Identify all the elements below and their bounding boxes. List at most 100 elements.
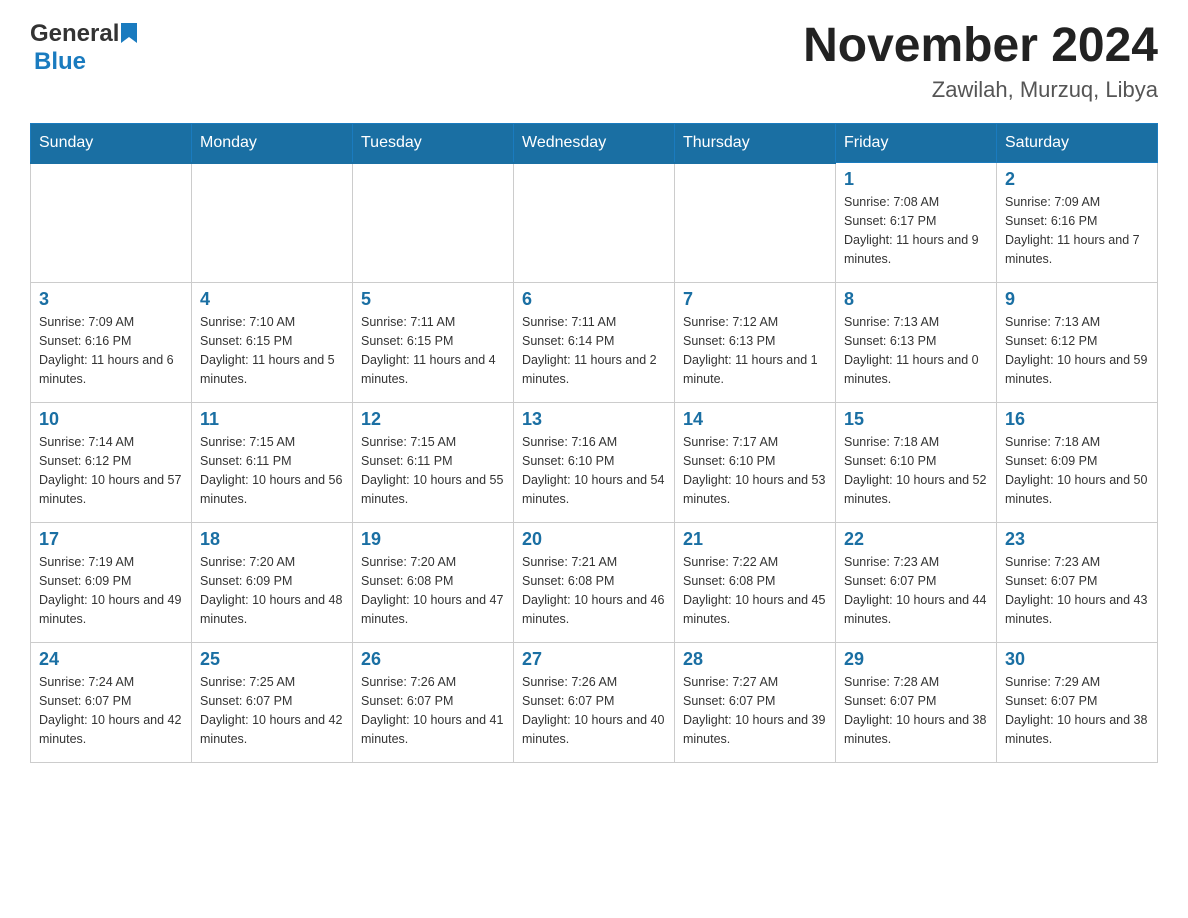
day-info: Sunrise: 7:29 AMSunset: 6:07 PMDaylight:…: [1005, 673, 1149, 748]
day-info: Sunrise: 7:15 AMSunset: 6:11 PMDaylight:…: [200, 433, 344, 508]
calendar-cell: 7 Sunrise: 7:12 AMSunset: 6:13 PMDaylight…: [675, 283, 836, 403]
calendar-cell: 17 Sunrise: 7:19 AMSunset: 6:09 PMDayligh…: [31, 523, 192, 643]
location-subtitle: Zawilah, Murzuq, Libya: [803, 77, 1158, 103]
calendar-cell: 30 Sunrise: 7:29 AMSunset: 6:07 PMDayligh…: [997, 643, 1158, 763]
calendar-cell: 8 Sunrise: 7:13 AMSunset: 6:13 PMDaylight…: [836, 283, 997, 403]
day-number: 5: [361, 289, 505, 310]
calendar-cell: 22 Sunrise: 7:23 AMSunset: 6:07 PMDayligh…: [836, 523, 997, 643]
day-number: 25: [200, 649, 344, 670]
column-header-sunday: Sunday: [31, 123, 192, 163]
calendar-cell: 6 Sunrise: 7:11 AMSunset: 6:14 PMDaylight…: [514, 283, 675, 403]
day-number: 18: [200, 529, 344, 550]
day-info: Sunrise: 7:15 AMSunset: 6:11 PMDaylight:…: [361, 433, 505, 508]
day-info: Sunrise: 7:12 AMSunset: 6:13 PMDaylight:…: [683, 313, 827, 388]
calendar-cell: 19 Sunrise: 7:20 AMSunset: 6:08 PMDayligh…: [353, 523, 514, 643]
day-number: 13: [522, 409, 666, 430]
day-number: 6: [522, 289, 666, 310]
day-number: 4: [200, 289, 344, 310]
calendar-cell: 28 Sunrise: 7:27 AMSunset: 6:07 PMDayligh…: [675, 643, 836, 763]
day-number: 26: [361, 649, 505, 670]
day-number: 17: [39, 529, 183, 550]
calendar-cell: 2Sunrise: 7:09 AMSunset: 6:16 PMDaylight…: [997, 163, 1158, 283]
day-info: Sunrise: 7:20 AMSunset: 6:08 PMDaylight:…: [361, 553, 505, 628]
calendar-cell: 27Sunrise: 7:26 AMSunset: 6:07 PMDayligh…: [514, 643, 675, 763]
day-number: 15: [844, 409, 988, 430]
day-info: Sunrise: 7:14 AMSunset: 6:12 PMDaylight:…: [39, 433, 183, 508]
day-info: Sunrise: 7:26 AMSunset: 6:07 PMDaylight:…: [522, 673, 666, 748]
calendar-week-row: 10 Sunrise: 7:14 AMSunset: 6:12 PMDayligh…: [31, 403, 1158, 523]
day-number: 1: [844, 169, 988, 190]
calendar-cell: 26Sunrise: 7:26 AMSunset: 6:07 PMDayligh…: [353, 643, 514, 763]
day-info: Sunrise: 7:13 AMSunset: 6:12 PMDaylight:…: [1005, 313, 1149, 388]
calendar-cell: 25Sunrise: 7:25 AMSunset: 6:07 PMDayligh…: [192, 643, 353, 763]
day-info: Sunrise: 7:18 AMSunset: 6:09 PMDaylight:…: [1005, 433, 1149, 508]
day-info: Sunrise: 7:09 AMSunset: 6:16 PMDaylight:…: [39, 313, 183, 388]
day-info: Sunrise: 7:13 AMSunset: 6:13 PMDaylight:…: [844, 313, 988, 388]
day-number: 23: [1005, 529, 1149, 550]
day-info: Sunrise: 7:09 AMSunset: 6:16 PMDaylight:…: [1005, 193, 1149, 268]
day-number: 20: [522, 529, 666, 550]
logo-blue-text: Blue: [34, 48, 86, 75]
calendar-cell: 14 Sunrise: 7:17 AMSunset: 6:10 PMDayligh…: [675, 403, 836, 523]
day-info: Sunrise: 7:16 AMSunset: 6:10 PMDaylight:…: [522, 433, 666, 508]
day-number: 14: [683, 409, 827, 430]
calendar-cell: 4 Sunrise: 7:10 AMSunset: 6:15 PMDaylight…: [192, 283, 353, 403]
calendar-cell: 9 Sunrise: 7:13 AMSunset: 6:12 PMDaylight…: [997, 283, 1158, 403]
day-info: Sunrise: 7:24 AMSunset: 6:07 PMDaylight:…: [39, 673, 183, 748]
calendar-cell: 1 Sunrise: 7:08 AMSunset: 6:17 PMDaylight…: [836, 163, 997, 283]
day-info: Sunrise: 7:11 AMSunset: 6:15 PMDaylight:…: [361, 313, 505, 388]
day-number: 8: [844, 289, 988, 310]
day-number: 22: [844, 529, 988, 550]
calendar-week-row: 17 Sunrise: 7:19 AMSunset: 6:09 PMDayligh…: [31, 523, 1158, 643]
day-info: Sunrise: 7:23 AMSunset: 6:07 PMDaylight:…: [1005, 553, 1149, 628]
calendar-week-row: 1 Sunrise: 7:08 AMSunset: 6:17 PMDaylight…: [31, 163, 1158, 283]
logo-general-text: General: [30, 20, 119, 48]
column-header-wednesday: Wednesday: [514, 123, 675, 163]
calendar-table: SundayMondayTuesdayWednesdayThursdayFrid…: [30, 123, 1158, 764]
day-info: Sunrise: 7:08 AMSunset: 6:17 PMDaylight:…: [844, 193, 988, 268]
day-info: Sunrise: 7:23 AMSunset: 6:07 PMDaylight:…: [844, 553, 988, 628]
calendar-cell: 24Sunrise: 7:24 AMSunset: 6:07 PMDayligh…: [31, 643, 192, 763]
day-number: 16: [1005, 409, 1149, 430]
calendar-cell: 29 Sunrise: 7:28 AMSunset: 6:07 PMDayligh…: [836, 643, 997, 763]
day-info: Sunrise: 7:27 AMSunset: 6:07 PMDaylight:…: [683, 673, 827, 748]
month-title: November 2024: [803, 20, 1158, 73]
day-number: 28: [683, 649, 827, 670]
day-info: Sunrise: 7:19 AMSunset: 6:09 PMDaylight:…: [39, 553, 183, 628]
calendar-cell: 20 Sunrise: 7:21 AMSunset: 6:08 PMDayligh…: [514, 523, 675, 643]
calendar-cell: 15Sunrise: 7:18 AMSunset: 6:10 PMDayligh…: [836, 403, 997, 523]
day-number: 30: [1005, 649, 1149, 670]
day-number: 19: [361, 529, 505, 550]
calendar-cell: 21Sunrise: 7:22 AMSunset: 6:08 PMDayligh…: [675, 523, 836, 643]
calendar-cell: 13 Sunrise: 7:16 AMSunset: 6:10 PMDayligh…: [514, 403, 675, 523]
calendar-header-row: SundayMondayTuesdayWednesdayThursdayFrid…: [31, 123, 1158, 163]
calendar-cell: [31, 163, 192, 283]
column-header-monday: Monday: [192, 123, 353, 163]
day-number: 10: [39, 409, 183, 430]
column-header-tuesday: Tuesday: [353, 123, 514, 163]
day-number: 9: [1005, 289, 1149, 310]
day-number: 7: [683, 289, 827, 310]
day-number: 12: [361, 409, 505, 430]
calendar-cell: 16 Sunrise: 7:18 AMSunset: 6:09 PMDayligh…: [997, 403, 1158, 523]
page-header: General Blue November 2024 Zawilah, Murz…: [30, 20, 1158, 103]
title-area: November 2024 Zawilah, Murzuq, Libya: [803, 20, 1158, 103]
day-number: 11: [200, 409, 344, 430]
calendar-cell: [353, 163, 514, 283]
day-info: Sunrise: 7:10 AMSunset: 6:15 PMDaylight:…: [200, 313, 344, 388]
day-info: Sunrise: 7:28 AMSunset: 6:07 PMDaylight:…: [844, 673, 988, 748]
logo: General Blue: [30, 20, 137, 76]
day-info: Sunrise: 7:21 AMSunset: 6:08 PMDaylight:…: [522, 553, 666, 628]
calendar-cell: 12 Sunrise: 7:15 AMSunset: 6:11 PMDayligh…: [353, 403, 514, 523]
day-info: Sunrise: 7:20 AMSunset: 6:09 PMDaylight:…: [200, 553, 344, 628]
calendar-cell: 3 Sunrise: 7:09 AMSunset: 6:16 PMDaylight…: [31, 283, 192, 403]
column-header-saturday: Saturday: [997, 123, 1158, 163]
day-number: 3: [39, 289, 183, 310]
calendar-cell: 5 Sunrise: 7:11 AMSunset: 6:15 PMDaylight…: [353, 283, 514, 403]
calendar-cell: [514, 163, 675, 283]
day-info: Sunrise: 7:17 AMSunset: 6:10 PMDaylight:…: [683, 433, 827, 508]
day-number: 29: [844, 649, 988, 670]
column-header-thursday: Thursday: [675, 123, 836, 163]
calendar-cell: 11 Sunrise: 7:15 AMSunset: 6:11 PMDayligh…: [192, 403, 353, 523]
day-info: Sunrise: 7:11 AMSunset: 6:14 PMDaylight:…: [522, 313, 666, 388]
